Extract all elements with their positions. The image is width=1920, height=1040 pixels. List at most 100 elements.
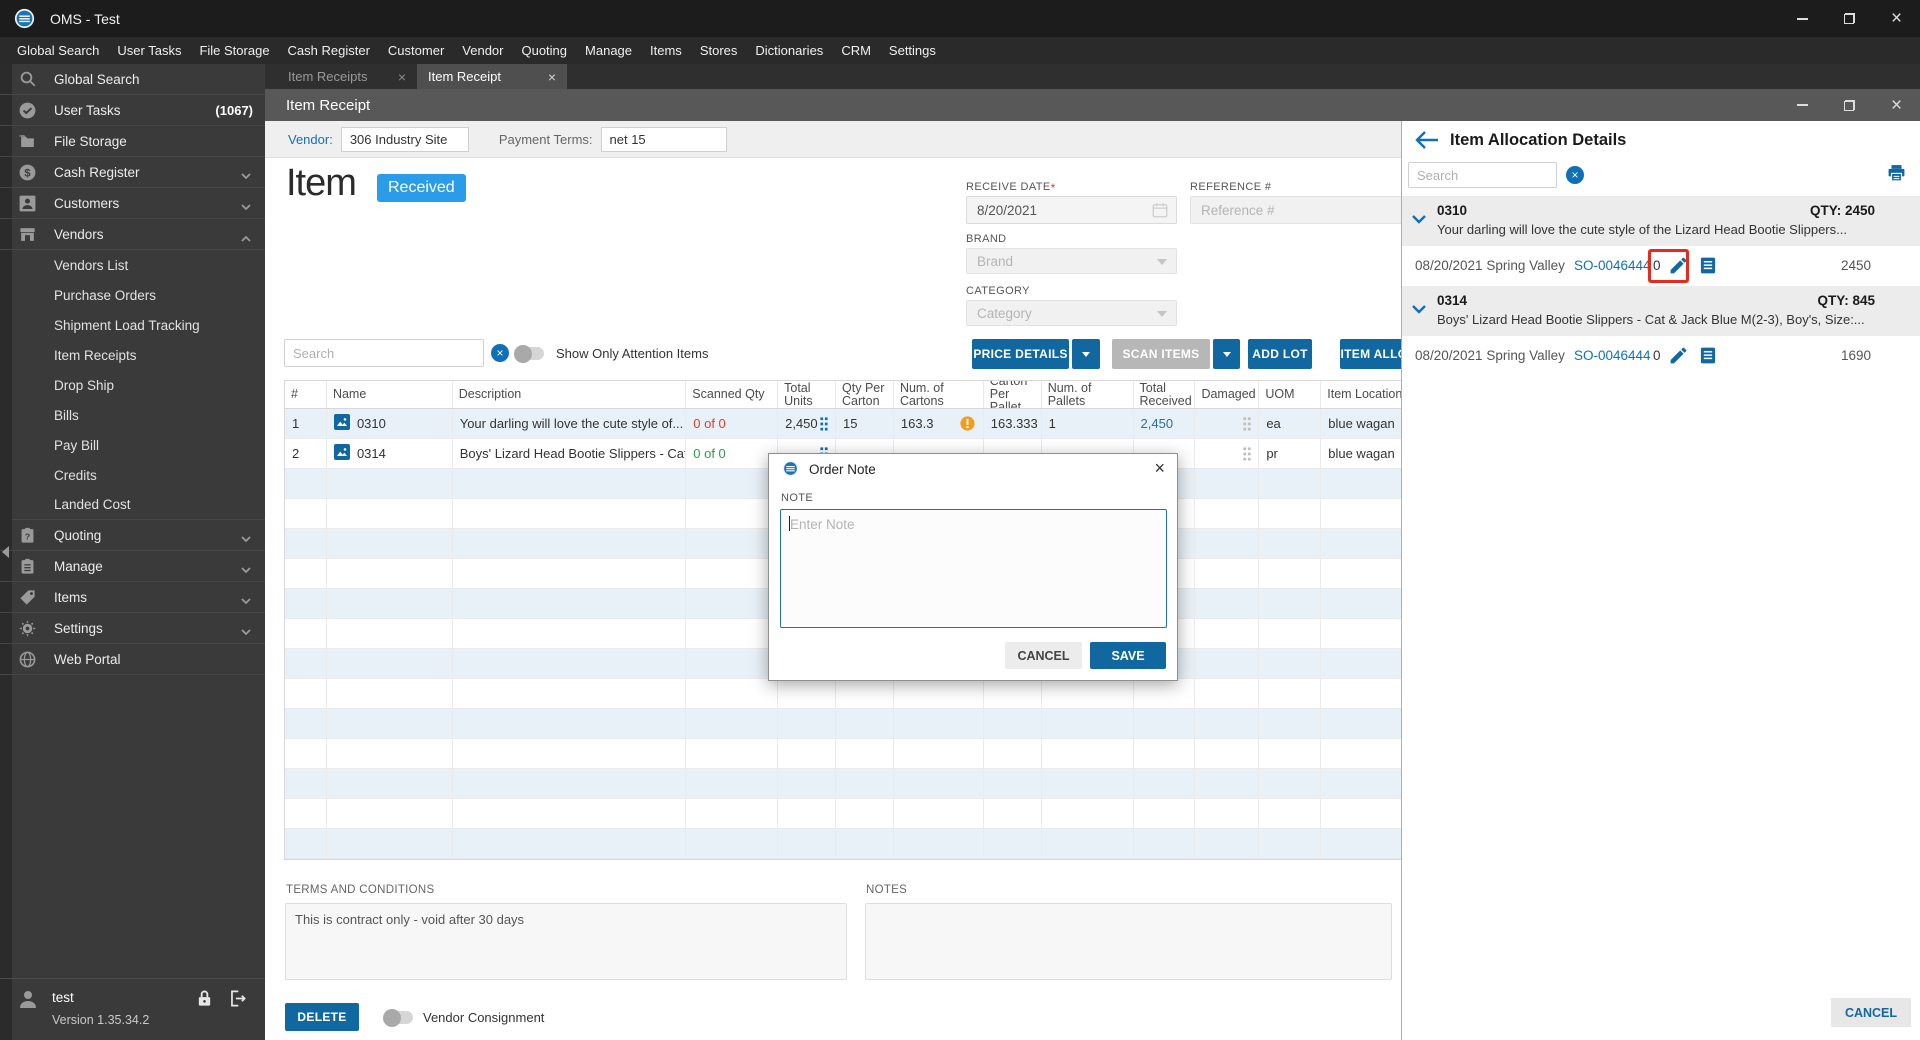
tab-close-icon[interactable]: ×: [548, 70, 556, 84]
menu-customer[interactable]: Customer: [379, 43, 453, 58]
vendor-consignment-toggle[interactable]: [383, 1008, 413, 1027]
sidebar-subitem-bills[interactable]: Bills: [0, 400, 265, 430]
items-search-input[interactable]: [284, 339, 484, 367]
close-button[interactable]: ×: [1873, 0, 1920, 37]
app-logo-icon: [782, 460, 799, 482]
price-details-dropdown-button[interactable]: [1072, 339, 1100, 369]
add-lot-button[interactable]: ADD LOT: [1248, 339, 1312, 369]
warning-icon[interactable]: [959, 415, 976, 432]
payment-terms-input[interactable]: [600, 126, 727, 152]
menu-user-tasks[interactable]: User Tasks: [108, 43, 190, 58]
menu-items[interactable]: Items: [641, 43, 691, 58]
sidebar-subitem-item-receipts[interactable]: Item Receipts: [0, 340, 265, 370]
sales-order-link[interactable]: SO-0046444: [1574, 348, 1651, 363]
terms-textarea[interactable]: This is contract only - void after 30 da…: [285, 903, 847, 980]
brand-select[interactable]: Brand: [966, 248, 1177, 274]
lock-icon[interactable]: [196, 989, 213, 1013]
col-num-pallets[interactable]: Num. of Pallets: [1042, 381, 1134, 408]
sidebar-item-web-portal[interactable]: Web Portal: [0, 644, 265, 675]
menu-crm[interactable]: CRM: [832, 43, 880, 58]
category-select[interactable]: Category: [966, 300, 1177, 326]
minimize-button[interactable]: [1779, 0, 1826, 37]
doc-restore-button[interactable]: [1826, 89, 1873, 121]
modal-cancel-button[interactable]: CANCEL: [1005, 642, 1082, 669]
sidebar-item-settings[interactable]: Settings: [0, 613, 265, 644]
menu-vendor[interactable]: Vendor: [453, 43, 512, 58]
sidebar-item-customers[interactable]: Customers: [0, 188, 265, 219]
sidebar-subitem-vendors-list[interactable]: Vendors List: [0, 250, 265, 280]
menu-manage[interactable]: Manage: [576, 43, 641, 58]
restore-button[interactable]: [1826, 0, 1873, 37]
sidebar-subitem-credits[interactable]: Credits: [0, 460, 265, 490]
menu-dictionaries[interactable]: Dictionaries: [746, 43, 832, 58]
menu-file-storage[interactable]: File Storage: [190, 43, 278, 58]
row-menu-dots-gray-icon[interactable]: [1243, 416, 1251, 431]
edit-pencil-icon[interactable]: [1668, 345, 1689, 371]
table-row[interactable]: 1 0310 Your darling will love the cute s…: [285, 409, 1460, 439]
allocation-group[interactable]: 0310 QTY: 2450 Your darling will love th…: [1402, 196, 1920, 246]
modal-close-icon[interactable]: ×: [1154, 458, 1165, 479]
menu-cash-register[interactable]: Cash Register: [279, 43, 379, 58]
doc-close-button[interactable]: ×: [1873, 89, 1920, 121]
sidebar-subitem-pay-bill[interactable]: Pay Bill: [0, 430, 265, 460]
price-details-button[interactable]: PRICE DETAILS: [972, 339, 1069, 369]
col-description[interactable]: Description: [453, 381, 687, 408]
col-scanned-qty[interactable]: Scanned Qty: [686, 381, 779, 408]
print-icon[interactable]: [1886, 163, 1907, 188]
row-menu-dots-icon[interactable]: [820, 416, 828, 431]
sidebar-subitem-purchase-orders[interactable]: Purchase Orders: [0, 280, 265, 310]
col-total-units[interactable]: Total Units: [778, 381, 837, 408]
allocation-list-icon[interactable]: [1698, 345, 1718, 371]
sidebar-item-vendors[interactable]: Vendors: [0, 219, 265, 250]
panel-cancel-button[interactable]: CANCEL: [1831, 998, 1911, 1027]
col-carton-per-pallet[interactable]: Carton Per Pallet: [984, 381, 1042, 408]
col-damaged[interactable]: Damaged: [1195, 381, 1260, 408]
back-arrow-icon[interactable]: [1415, 129, 1439, 156]
delete-button[interactable]: DELETE: [285, 1003, 359, 1031]
col-qty-per-carton[interactable]: Qty Per Carton: [836, 381, 894, 408]
doc-minimize-button[interactable]: [1779, 89, 1826, 121]
attention-items-toggle[interactable]: [514, 344, 544, 363]
sidebar-item-quoting[interactable]: ? Quoting: [0, 520, 265, 551]
sidebar-subitem-shipment-load-tracking[interactable]: Shipment Load Tracking: [0, 310, 265, 340]
col-uom[interactable]: UOM: [1259, 381, 1322, 408]
sidebar-item-manage[interactable]: Manage: [0, 551, 265, 582]
scan-items-button[interactable]: SCAN ITEMS: [1112, 339, 1210, 369]
sidebar-collapse-arrow[interactable]: [2, 546, 9, 558]
sidebar-item-items[interactable]: Items: [0, 582, 265, 613]
note-input[interactable]: [780, 509, 1167, 628]
col-name[interactable]: Name: [327, 381, 453, 408]
sidebar-item-global-search[interactable]: Global Search: [0, 64, 265, 95]
vendor-input[interactable]: [340, 126, 469, 152]
col-num[interactable]: #: [285, 381, 327, 408]
tab-item-receipts[interactable]: Item Receipts ×: [277, 64, 417, 89]
logout-icon[interactable]: [228, 989, 247, 1013]
sidebar-item-file-storage[interactable]: File Storage: [0, 126, 265, 157]
tab-close-icon[interactable]: ×: [398, 70, 406, 84]
sidebar-item-user-tasks[interactable]: User Tasks (1067): [0, 95, 265, 126]
tab-item-receipt[interactable]: Item Receipt ×: [417, 64, 567, 89]
sidebar-subitem-landed-cost[interactable]: Landed Cost: [0, 490, 265, 520]
item-allocation-button[interactable]: ITEM ALLO: [1340, 339, 1408, 369]
clear-search-icon[interactable]: ×: [491, 344, 509, 362]
menu-stores[interactable]: Stores: [691, 43, 747, 58]
menu-quoting[interactable]: Quoting: [512, 43, 576, 58]
modal-save-button[interactable]: SAVE: [1090, 642, 1166, 669]
notes-textarea[interactable]: [865, 903, 1392, 980]
chevron-down-icon[interactable]: [1411, 212, 1427, 230]
col-total-received[interactable]: Total Received: [1134, 381, 1196, 408]
row-menu-dots-gray-icon[interactable]: [1243, 446, 1251, 461]
allocation-list-icon[interactable]: [1698, 255, 1718, 281]
menu-global-search[interactable]: Global Search: [8, 43, 108, 58]
menu-settings[interactable]: Settings: [880, 43, 945, 58]
scan-items-dropdown-button[interactable]: [1213, 339, 1240, 369]
chevron-down-icon[interactable]: [1411, 302, 1427, 320]
col-num-cartons[interactable]: Num. of Cartons: [894, 381, 984, 408]
allocation-search-input[interactable]: [1408, 162, 1557, 188]
receive-date-input[interactable]: 8/20/2021: [966, 196, 1177, 224]
sidebar-subitem-drop-ship[interactable]: Drop Ship: [0, 370, 265, 400]
sidebar-item-cash-register[interactable]: $ Cash Register: [0, 157, 265, 188]
clear-search-icon[interactable]: ×: [1566, 166, 1584, 184]
sales-order-link[interactable]: SO-0046444: [1574, 258, 1651, 273]
allocation-group[interactable]: 0314 QTY: 845 Boys' Lizard Head Bootie S…: [1402, 286, 1920, 336]
